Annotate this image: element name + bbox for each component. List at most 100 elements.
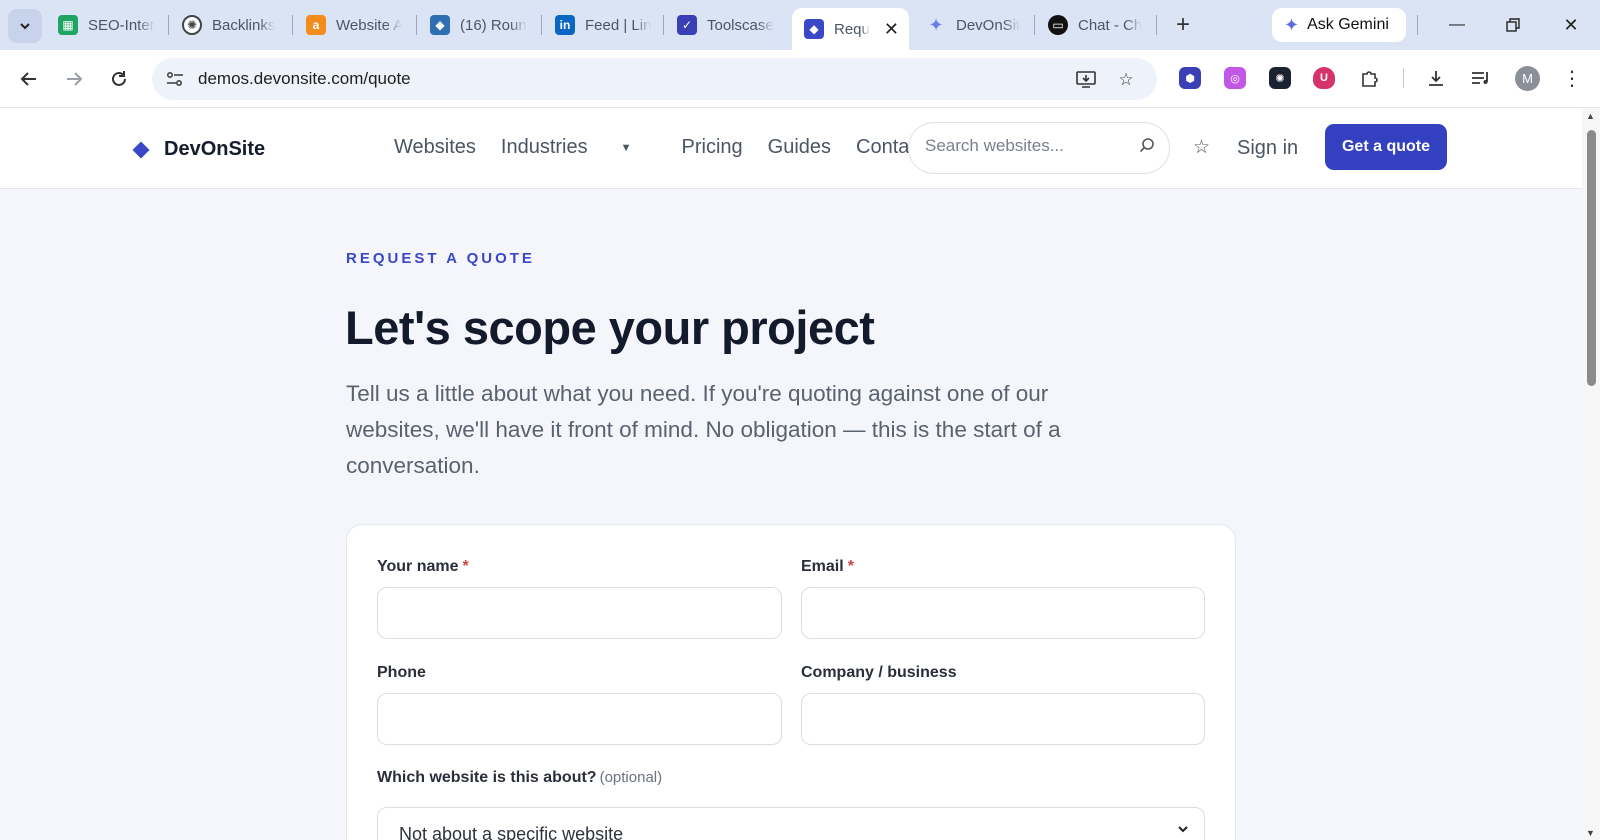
- website-label: Which website is this about? (optional): [377, 769, 663, 786]
- close-icon: ✕: [1563, 14, 1579, 35]
- ask-gemini-button[interactable]: ✦ Ask Gemini: [1272, 8, 1406, 42]
- scrollbar-thumb[interactable]: [1587, 130, 1596, 386]
- toolscase-icon: ✓: [677, 15, 697, 35]
- close-window-button[interactable]: ✕: [1548, 8, 1594, 42]
- website-select-value: Not about a specific website: [399, 824, 624, 840]
- more-menu-icon[interactable]: ⋮: [1558, 64, 1586, 92]
- extension-u-icon[interactable]: U: [1313, 67, 1335, 89]
- tab-website-a[interactable]: a Website A: [306, 8, 402, 42]
- gemini-icon: ✦: [1284, 14, 1300, 35]
- browser-toolbar: demos.devonsite.com/quote ☆ ⬢ ◎ ✺ U M ⋮: [0, 50, 1600, 108]
- download-icon[interactable]: [1422, 64, 1450, 92]
- required-mark: *: [847, 558, 854, 575]
- tab-seo[interactable]: ▦ SEO-Inter: [58, 8, 156, 42]
- extensions-puzzle-icon[interactable]: [1356, 64, 1384, 92]
- page-scrollbar[interactable]: ▲ ▼: [1582, 108, 1600, 840]
- arrow-left-icon: [20, 72, 36, 86]
- openai-icon: ✺: [182, 15, 202, 35]
- tab-divider: [416, 15, 417, 35]
- page-eyebrow: REQUEST A QUOTE: [346, 250, 535, 267]
- chevron-down-icon: [20, 23, 30, 30]
- gemini-icon: ✦: [928, 14, 944, 35]
- devonsite-icon: ◆: [804, 19, 824, 39]
- page-title: Let's scope your project: [345, 301, 875, 354]
- tab-roun[interactable]: ◆ (16) Roun: [430, 8, 530, 42]
- company-field[interactable]: [801, 693, 1205, 745]
- tab-strip: ▦ SEO-Inter ✺ Backlinks a Website A ◆ (1…: [0, 0, 1600, 50]
- sheets-icon: ▦: [58, 15, 78, 35]
- phone-field[interactable]: [377, 693, 782, 745]
- nav-industries[interactable]: Industries ▼: [501, 136, 657, 159]
- main-nav: Websites Industries ▼ Pricing Guides Cont…: [394, 136, 950, 159]
- favorites-star-icon[interactable]: ☆: [1193, 136, 1210, 159]
- tab-divider: [1156, 15, 1157, 35]
- diamond-logo-icon: [132, 141, 150, 158]
- back-button[interactable]: [12, 62, 46, 96]
- website-select[interactable]: Not about a specific website: [377, 807, 1205, 840]
- tab-divider: [663, 15, 664, 35]
- site-settings-icon[interactable]: [164, 68, 186, 90]
- chat-icon: ▭: [1048, 15, 1068, 35]
- search-icon[interactable]: [1139, 137, 1155, 158]
- plus-icon: +: [1175, 11, 1190, 38]
- address-bar[interactable]: demos.devonsite.com/quote ☆: [152, 58, 1157, 100]
- tab-divider: [541, 15, 542, 35]
- get-quote-button[interactable]: Get a quote: [1325, 124, 1447, 170]
- chevron-down-icon: [1176, 822, 1190, 840]
- close-icon[interactable]: ✕: [884, 19, 899, 40]
- site-header: DevOnSite Websites Industries ▼ Pricing G…: [0, 108, 1582, 189]
- page-subtitle: Tell us a little about what you need. If…: [346, 381, 1061, 478]
- tab-divider: [292, 15, 293, 35]
- tab-linkedin[interactable]: in Feed | Lin: [555, 8, 651, 42]
- bird-icon: ◆: [430, 15, 450, 35]
- name-label: Your name *: [377, 558, 469, 575]
- name-field[interactable]: [377, 587, 782, 639]
- site-search-input[interactable]: [925, 136, 1135, 156]
- install-app-icon[interactable]: [1074, 68, 1098, 92]
- required-mark: *: [462, 558, 469, 575]
- site-search-box: [908, 122, 1170, 174]
- forward-button[interactable]: [57, 62, 91, 96]
- optional-note: (optional): [599, 769, 663, 786]
- company-label: Company / business: [801, 664, 957, 681]
- minimize-button[interactable]: —: [1434, 8, 1480, 42]
- tab-search-button[interactable]: [8, 9, 42, 43]
- tab-backlinks[interactable]: ✺ Backlinks: [182, 8, 278, 42]
- extension-camera-icon[interactable]: ◎: [1224, 67, 1246, 89]
- media-control-icon[interactable]: [1467, 64, 1495, 92]
- tab-divider: [1417, 15, 1418, 35]
- minimize-icon: —: [1449, 16, 1465, 33]
- email-field[interactable]: [801, 587, 1205, 639]
- caret-down-icon: ▼: [620, 141, 632, 154]
- scroll-up-icon[interactable]: ▲: [1586, 111, 1595, 121]
- restore-button[interactable]: [1490, 8, 1536, 42]
- quote-form-card: Your name * Email * Phone Company / busine…: [346, 524, 1236, 840]
- tab-devonsite[interactable]: ✦ DevOnSit: [926, 8, 1020, 42]
- nav-pricing[interactable]: Pricing: [682, 136, 743, 159]
- nav-guides[interactable]: Guides: [768, 136, 831, 159]
- url-text: demos.devonsite.com/quote: [198, 69, 411, 88]
- tab-chat[interactable]: ▭ Chat - Ch: [1048, 8, 1144, 42]
- extension-ai-icon[interactable]: ✺: [1269, 67, 1291, 89]
- email-label: Email *: [801, 558, 854, 575]
- page-content: DevOnSite Websites Industries ▼ Pricing G…: [0, 108, 1582, 840]
- site-logo[interactable]: DevOnSite: [132, 138, 265, 161]
- reload-button[interactable]: [102, 62, 136, 96]
- tab-toolscase[interactable]: ✓ Toolscase: [677, 8, 777, 42]
- arrow-right-icon: [67, 72, 83, 86]
- tab-divider: [168, 15, 169, 35]
- bookmark-star-icon[interactable]: ☆: [1114, 68, 1138, 92]
- nav-websites[interactable]: Websites: [394, 136, 476, 159]
- restore-icon: [1506, 18, 1520, 32]
- linkedin-icon: in: [555, 15, 575, 35]
- sign-in-link[interactable]: Sign in: [1237, 137, 1298, 160]
- reload-icon: [112, 71, 126, 86]
- tab-request-quote[interactable]: ◆ Requ ✕: [792, 8, 909, 50]
- new-tab-button[interactable]: +: [1168, 10, 1198, 40]
- profile-avatar[interactable]: M: [1515, 66, 1540, 91]
- extension-shield-icon[interactable]: ⬢: [1179, 67, 1201, 89]
- scroll-down-icon[interactable]: ▼: [1586, 828, 1595, 838]
- toolbar-divider: [1403, 68, 1404, 88]
- a-icon: a: [306, 15, 326, 35]
- phone-label: Phone: [377, 664, 426, 681]
